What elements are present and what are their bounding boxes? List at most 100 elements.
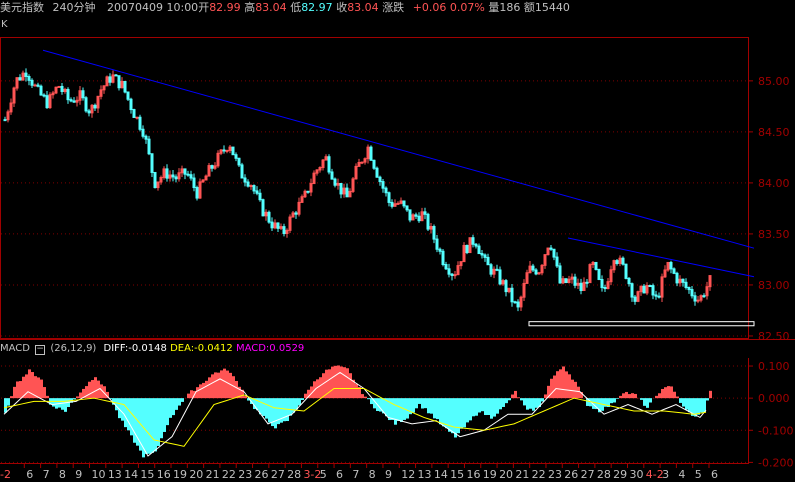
candle-body (387, 192, 391, 203)
dea-label: DEA: (170, 343, 195, 354)
macd-bar (64, 398, 67, 412)
macd-bar (478, 398, 481, 413)
x-tick-label: 15 (450, 468, 464, 481)
x-tick-label: 19 (173, 468, 187, 481)
macd-bar (337, 365, 340, 399)
candle-body (690, 289, 694, 297)
candle-body (648, 285, 652, 288)
candle-body (72, 100, 76, 103)
low-value: 82.97 (301, 1, 333, 14)
macd-bar (289, 398, 292, 416)
candle-body (171, 174, 175, 178)
candle-body (339, 182, 343, 195)
candle-body (504, 280, 508, 293)
candle-body (621, 257, 625, 265)
diff-label: DIFF: (103, 343, 129, 354)
macd-bar (361, 394, 364, 399)
candle-body (573, 276, 577, 286)
macd-bar (301, 398, 304, 400)
candle-body (672, 268, 676, 274)
macd-bar (430, 398, 433, 414)
macd-bar (487, 398, 490, 416)
x-tick-label: 29 (613, 468, 627, 481)
candle-body (579, 282, 583, 292)
macd-bar (460, 398, 463, 429)
candle-body (249, 185, 253, 188)
macd-bar (424, 398, 427, 409)
macd-bar (115, 398, 118, 411)
macd-bar (661, 388, 664, 399)
macd-bar (205, 380, 208, 399)
macd-bar (463, 398, 466, 428)
x-tick-label: 8 (369, 468, 376, 481)
candle-body (447, 268, 451, 275)
x-tick-label: 20 (189, 468, 203, 481)
candle-body (117, 75, 121, 89)
candle-body (39, 85, 43, 96)
x-tick-label: 3-2 (303, 468, 321, 481)
quote-header: 美元指数 240分钟 20070409 10:00开82.99 高83.04 低… (0, 0, 570, 16)
candle-body (33, 84, 37, 87)
candle-body (252, 185, 256, 192)
candle-body (558, 265, 562, 284)
macd-bar (544, 394, 547, 399)
macd-bar (559, 369, 562, 399)
candle-body (372, 159, 376, 169)
candle-body (477, 245, 481, 255)
candle-body (471, 237, 475, 245)
macd-bar (529, 398, 532, 409)
macd-bar (367, 398, 370, 400)
macd-bar (79, 392, 82, 399)
high-label: 高 (244, 1, 256, 14)
candle-body (450, 273, 454, 276)
macd-bar (628, 394, 631, 399)
macd-bar (121, 398, 124, 421)
macd-bar (634, 393, 637, 399)
datetime-label: 20070409 10:00 (107, 1, 199, 14)
low-label: 低 (290, 1, 302, 14)
macd-bar (676, 396, 679, 399)
candle-body (108, 76, 112, 83)
macd-bar (535, 398, 538, 408)
macd-bar (688, 398, 691, 413)
candle-body (444, 263, 448, 270)
candle-body (384, 187, 388, 194)
macd-bar (349, 373, 352, 399)
x-tick-label: 27 (581, 468, 595, 481)
x-tick-label: 10 (92, 468, 106, 481)
x-tick-label: 9 (75, 468, 82, 481)
macd-bar (88, 381, 91, 399)
macd-bar (625, 391, 628, 399)
candle-body (222, 149, 226, 152)
candle-body (57, 85, 61, 88)
x-tick-label: 14 (124, 468, 138, 481)
candle-body (474, 243, 478, 247)
amount-label: 额 (523, 1, 535, 14)
macd-bar (415, 398, 418, 409)
macd-bar (454, 398, 457, 438)
macd-bar (451, 398, 454, 434)
macd-bar (268, 398, 271, 423)
macd-bar (622, 393, 625, 399)
macd-tick-label: -0.100 (758, 424, 793, 437)
candle-body (243, 177, 247, 183)
macd-bar (706, 398, 709, 401)
x-tick-label: 30 (629, 468, 643, 481)
macd-bar (481, 398, 484, 412)
macd-tick-label: -0.200 (758, 456, 793, 469)
x-tick-label: 3 (662, 468, 669, 481)
macd-bar (448, 398, 451, 432)
x-tick-label: 21 (515, 468, 529, 481)
candle-body (414, 214, 418, 217)
macd-bar (73, 398, 76, 400)
candle-body (360, 161, 364, 164)
candle-body (657, 295, 661, 298)
candle-body (240, 164, 244, 179)
macd-collapse-icon[interactable]: − (35, 345, 46, 355)
macd-bar (484, 398, 487, 416)
macd-bar (673, 391, 676, 399)
macd-bar (178, 398, 181, 406)
candle-body (513, 301, 517, 304)
candle-body (651, 285, 655, 296)
macd-bar (214, 372, 217, 399)
